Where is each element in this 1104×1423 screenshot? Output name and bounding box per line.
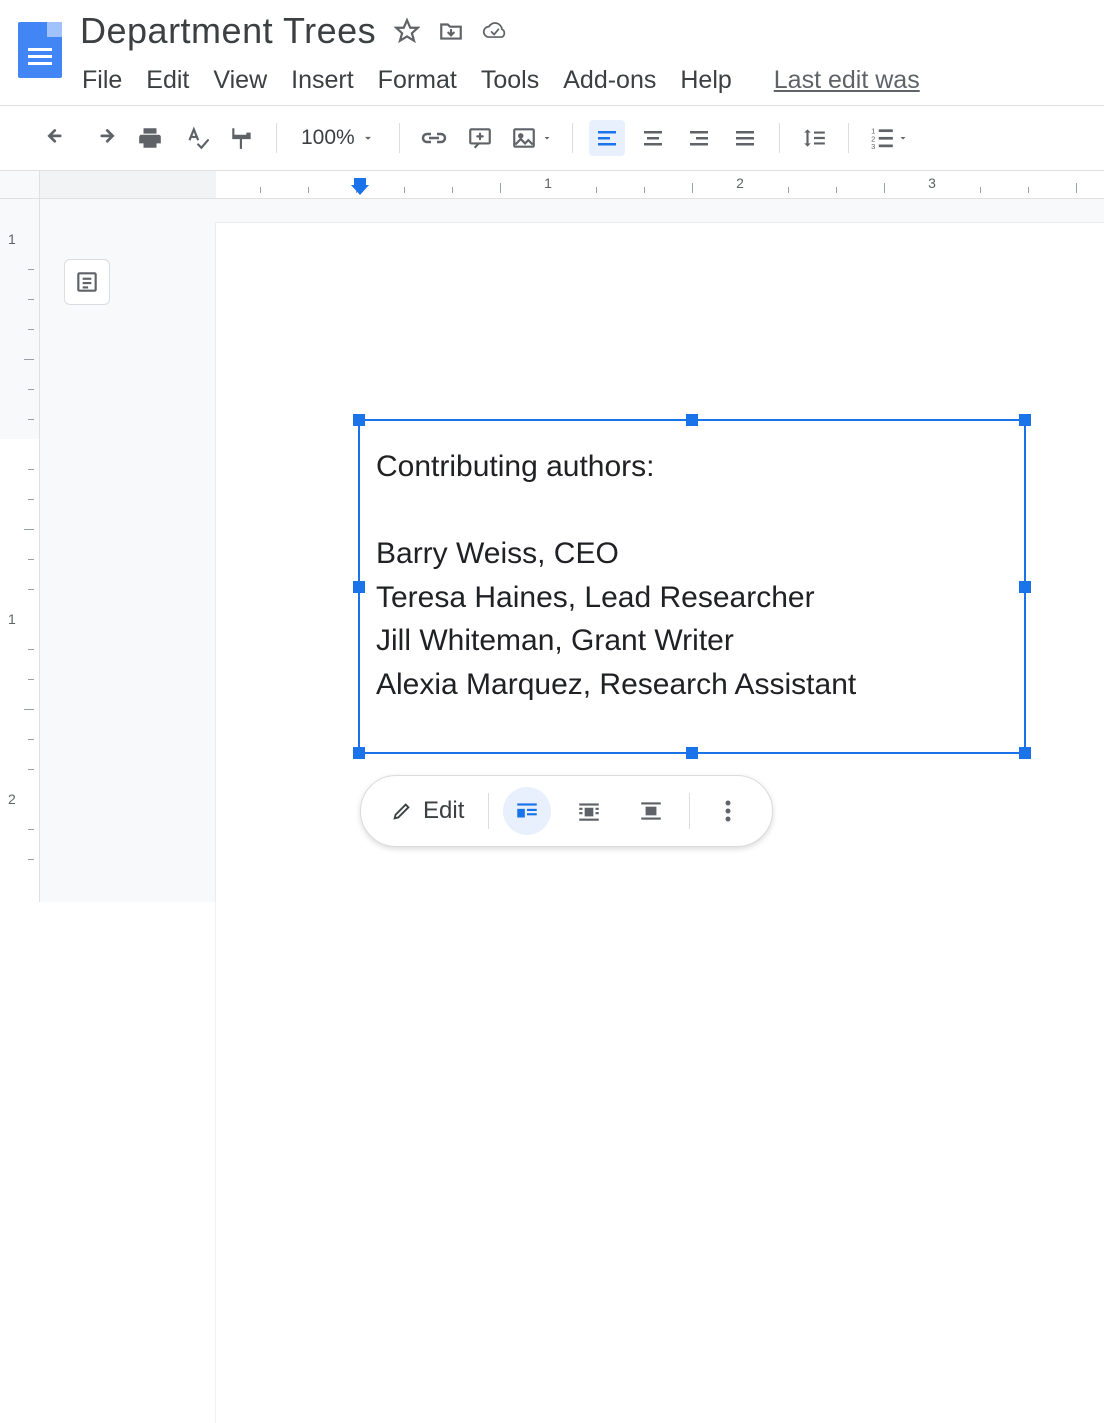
break-text-button[interactable] [627, 787, 675, 835]
separator [572, 123, 573, 153]
svg-text:3: 3 [871, 142, 875, 151]
zoom-value: 100% [301, 126, 355, 150]
more-vertical-icon [724, 798, 732, 824]
cloud-saved-icon[interactable] [482, 18, 508, 44]
align-right-button[interactable] [681, 120, 717, 156]
zoom-select[interactable]: 100% [293, 126, 383, 150]
chevron-down-icon [361, 131, 375, 145]
drawing-text: Contributing authors: Barry Weiss, CEO T… [360, 421, 1024, 730]
embedded-object-toolbar: Edit [360, 775, 773, 847]
menu-help[interactable]: Help [680, 66, 731, 95]
chevron-down-icon [541, 132, 553, 144]
line-spacing-button[interactable] [796, 120, 832, 156]
add-comment-button[interactable] [462, 120, 498, 156]
toolbar: 100% 123 [0, 106, 1104, 171]
separator [779, 123, 780, 153]
print-button[interactable] [132, 120, 168, 156]
paint-format-button[interactable] [224, 120, 260, 156]
wrap-inline-button[interactable] [503, 787, 551, 835]
page[interactable]: Contributing authors: Barry Weiss, CEO T… [216, 223, 1104, 1423]
drawing-line: Alexia Marquez, Research Assistant [376, 663, 1008, 707]
separator [848, 123, 849, 153]
resize-handle[interactable] [686, 747, 698, 759]
star-icon[interactable] [394, 18, 420, 44]
separator [488, 793, 489, 829]
menu-bar: File Edit View Insert Format Tools Add-o… [80, 52, 1104, 105]
menu-file[interactable]: File [82, 66, 122, 95]
redo-button[interactable] [86, 120, 122, 156]
menu-edit[interactable]: Edit [146, 66, 189, 95]
edit-drawing-button[interactable]: Edit [381, 791, 474, 831]
undo-button[interactable] [40, 120, 76, 156]
ruler-number: 3 [928, 175, 936, 191]
menu-format[interactable]: Format [378, 66, 457, 95]
menu-addons[interactable]: Add-ons [563, 66, 656, 95]
drawing-line: Jill Whiteman, Grant Writer [376, 619, 1008, 663]
wrap-text-button[interactable] [565, 787, 613, 835]
numbered-list-button[interactable]: 123 [865, 120, 913, 156]
resize-handle[interactable] [1019, 581, 1031, 593]
drawing-heading: Contributing authors: [376, 445, 1008, 489]
selected-drawing[interactable]: Contributing authors: Barry Weiss, CEO T… [358, 419, 1026, 754]
docs-logo-icon[interactable] [18, 22, 62, 78]
menu-view[interactable]: View [213, 66, 267, 95]
workspace: 1 1 2 [0, 199, 1104, 902]
ruler-number: 1 [544, 175, 552, 191]
insert-link-button[interactable] [416, 120, 452, 156]
document-title[interactable]: Department Trees [80, 10, 376, 52]
separator [399, 123, 400, 153]
canvas[interactable]: Contributing authors: Barry Weiss, CEO T… [40, 199, 1104, 902]
resize-handle[interactable] [1019, 747, 1031, 759]
menu-tools[interactable]: Tools [481, 66, 539, 95]
title-area: Department Trees File Edit View Insert F… [80, 10, 1104, 105]
more-options-button[interactable] [704, 787, 752, 835]
spellcheck-button[interactable] [178, 120, 214, 156]
separator [689, 793, 690, 829]
vruler-number: 1 [8, 231, 16, 247]
resize-handle[interactable] [353, 747, 365, 759]
app-header: Department Trees File Edit View Insert F… [0, 0, 1104, 106]
resize-handle[interactable] [353, 414, 365, 426]
drawing-line: Barry Weiss, CEO [376, 532, 1008, 576]
pencil-icon [391, 800, 413, 822]
resize-handle[interactable] [686, 414, 698, 426]
logo-wrap [0, 10, 80, 78]
resize-handle[interactable] [353, 581, 365, 593]
title-row: Department Trees [80, 10, 1104, 52]
move-icon[interactable] [438, 18, 464, 44]
vruler-number: 2 [8, 791, 16, 807]
ruler-number: 2 [736, 175, 744, 191]
menu-insert[interactable]: Insert [291, 66, 354, 95]
chevron-down-icon [897, 132, 909, 144]
last-edit-link[interactable]: Last edit was [774, 66, 920, 95]
separator [276, 123, 277, 153]
vertical-ruler[interactable]: 1 1 2 [0, 199, 40, 902]
insert-image-button[interactable] [508, 120, 556, 156]
align-center-button[interactable] [635, 120, 671, 156]
edit-label: Edit [423, 797, 464, 825]
align-left-button[interactable] [589, 120, 625, 156]
horizontal-ruler[interactable]: 1 2 3 [0, 171, 1104, 199]
drawing-line: Teresa Haines, Lead Researcher [376, 576, 1008, 620]
align-justify-button[interactable] [727, 120, 763, 156]
vruler-number: 1 [8, 611, 16, 627]
document-outline-button[interactable] [64, 259, 110, 305]
resize-handle[interactable] [1019, 414, 1031, 426]
